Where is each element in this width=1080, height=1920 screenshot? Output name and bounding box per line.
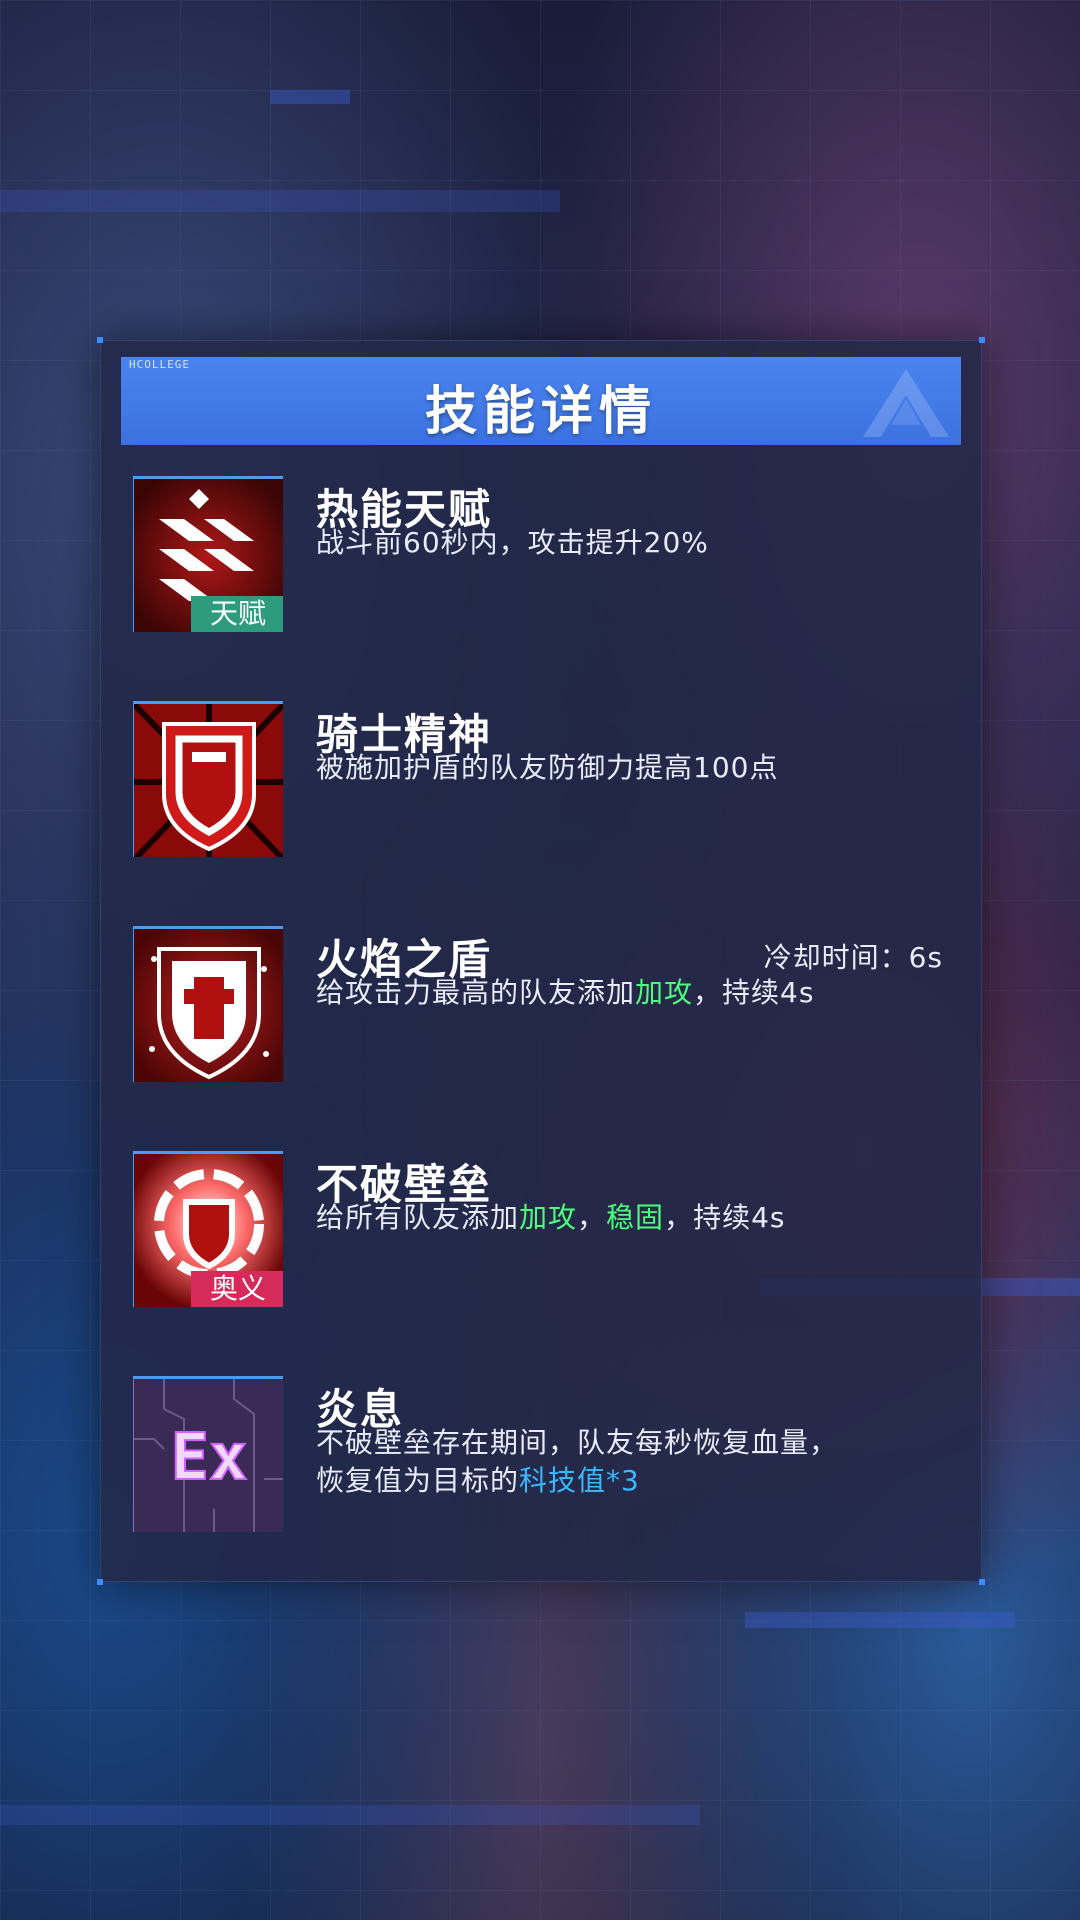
skill-details-panel: HCOLLEGE 技能详情 天赋 热能天赋 战斗前60秒内，攻击提升20% 骑士… xyxy=(97,337,985,1585)
tech-value-highlight: 科技值*3 xyxy=(519,1464,640,1497)
flame-shield-icon xyxy=(134,929,283,1082)
skill-icon-frame: 奥义 xyxy=(133,1151,283,1307)
shield-burst-icon xyxy=(134,704,283,857)
background-glitch-bar xyxy=(745,1612,1015,1628)
cooldown-text: 冷却时间：6s xyxy=(763,941,943,974)
skill-icon-frame xyxy=(133,701,283,857)
ultimate-badge: 奥义 xyxy=(191,1271,283,1307)
desc-text: 给所有队友添加 xyxy=(316,1201,520,1234)
talent-badge: 天赋 xyxy=(191,596,283,632)
panel-header: HCOLLEGE 技能详情 xyxy=(121,357,961,445)
skill-icon-frame: 天赋 xyxy=(133,476,283,632)
panel-corner xyxy=(979,1579,985,1585)
skill-description: 给所有队友添加加攻，稳固，持续4s xyxy=(316,1199,936,1237)
skill-item[interactable]: 火焰之盾 冷却时间：6s 给攻击力最高的队友添加加攻，持续4s xyxy=(133,926,943,1091)
buff-steady-highlight: 稳固 xyxy=(606,1201,665,1234)
logo-icon xyxy=(863,369,949,437)
skill-item[interactable]: Ex 炎息 不破壁垒存在期间，队友每秒恢复血量， 恢复值为目标的科技值*3 xyxy=(133,1376,943,1541)
skill-item[interactable]: 骑士精神 被施加护盾的队友防御力提高100点 xyxy=(133,701,943,866)
desc-text: 恢复值为目标的 xyxy=(316,1464,520,1497)
desc-line: 恢复值为目标的科技值*3 xyxy=(316,1462,936,1500)
buff-attack-highlight: 加攻 xyxy=(635,976,694,1009)
panel-corner xyxy=(97,1579,103,1585)
skill-description: 给攻击力最高的队友添加加攻，持续4s xyxy=(316,974,936,1012)
background-glitch-bar xyxy=(270,90,350,104)
skill-icon-frame xyxy=(133,926,283,1082)
panel-corner xyxy=(97,337,103,343)
background-glitch-bar xyxy=(0,190,560,212)
buff-attack-highlight: 加攻 xyxy=(519,1201,578,1234)
panel-corner xyxy=(979,337,985,343)
page-title: 技能详情 xyxy=(424,382,657,442)
desc-text: ，持续4s xyxy=(693,976,815,1009)
skill-icon-frame: Ex xyxy=(133,1376,283,1532)
skill-description: 被施加护盾的队友防御力提高100点 xyxy=(316,751,779,784)
skill-item[interactable]: 奥义 不破壁垒 给所有队友添加加攻，稳固，持续4s xyxy=(133,1151,943,1316)
skill-item[interactable]: 天赋 热能天赋 战斗前60秒内，攻击提升20% xyxy=(133,476,943,641)
background-glitch-bar xyxy=(0,1805,700,1825)
desc-text: 给攻击力最高的队友添加 xyxy=(316,976,636,1009)
desc-line: 不破壁垒存在期间，队友每秒恢复血量， xyxy=(316,1426,839,1459)
desc-text: ，持续4s xyxy=(664,1201,786,1234)
desc-text: ， xyxy=(577,1201,607,1234)
skill-description: 战斗前60秒内，攻击提升20% xyxy=(316,526,709,559)
skill-description: 不破壁垒存在期间，队友每秒恢复血量， 恢复值为目标的科技值*3 xyxy=(316,1424,936,1500)
ex-circuit-icon: Ex xyxy=(134,1379,283,1532)
ex-label: Ex xyxy=(170,1421,247,1495)
